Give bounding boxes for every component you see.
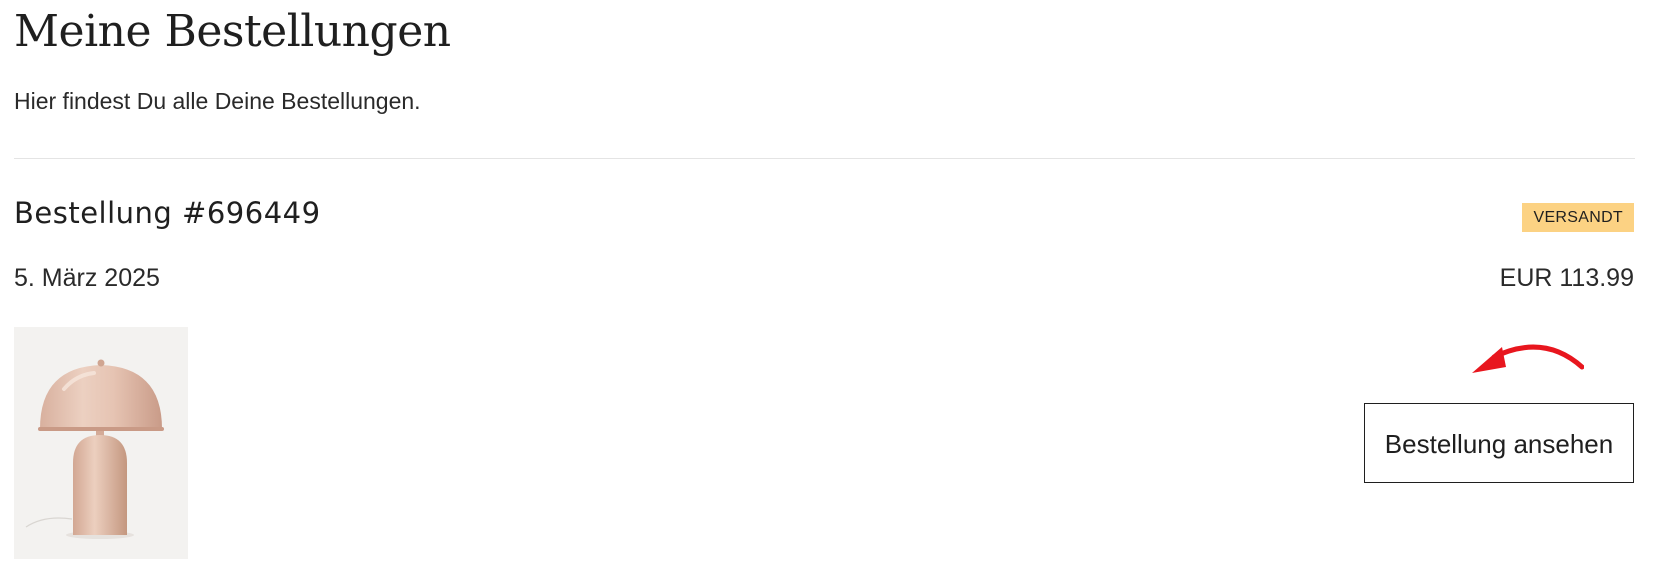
red-arrow-icon bbox=[1472, 344, 1584, 373]
view-order-button[interactable]: Bestellung ansehen bbox=[1364, 403, 1634, 483]
page-subtitle: Hier findest Du alle Deine Bestellungen. bbox=[14, 88, 421, 114]
product-thumbnail[interactable] bbox=[14, 327, 188, 559]
order-number: Bestellung #696449 bbox=[14, 196, 321, 230]
lamp-product-image bbox=[14, 327, 188, 559]
order-date: 5. März 2025 bbox=[14, 264, 160, 292]
order-total: EUR 113.99 bbox=[1499, 264, 1634, 292]
page-title: Meine Bestellungen bbox=[14, 6, 451, 57]
status-badge: VERSANDT bbox=[1522, 203, 1634, 232]
divider bbox=[14, 158, 1635, 159]
